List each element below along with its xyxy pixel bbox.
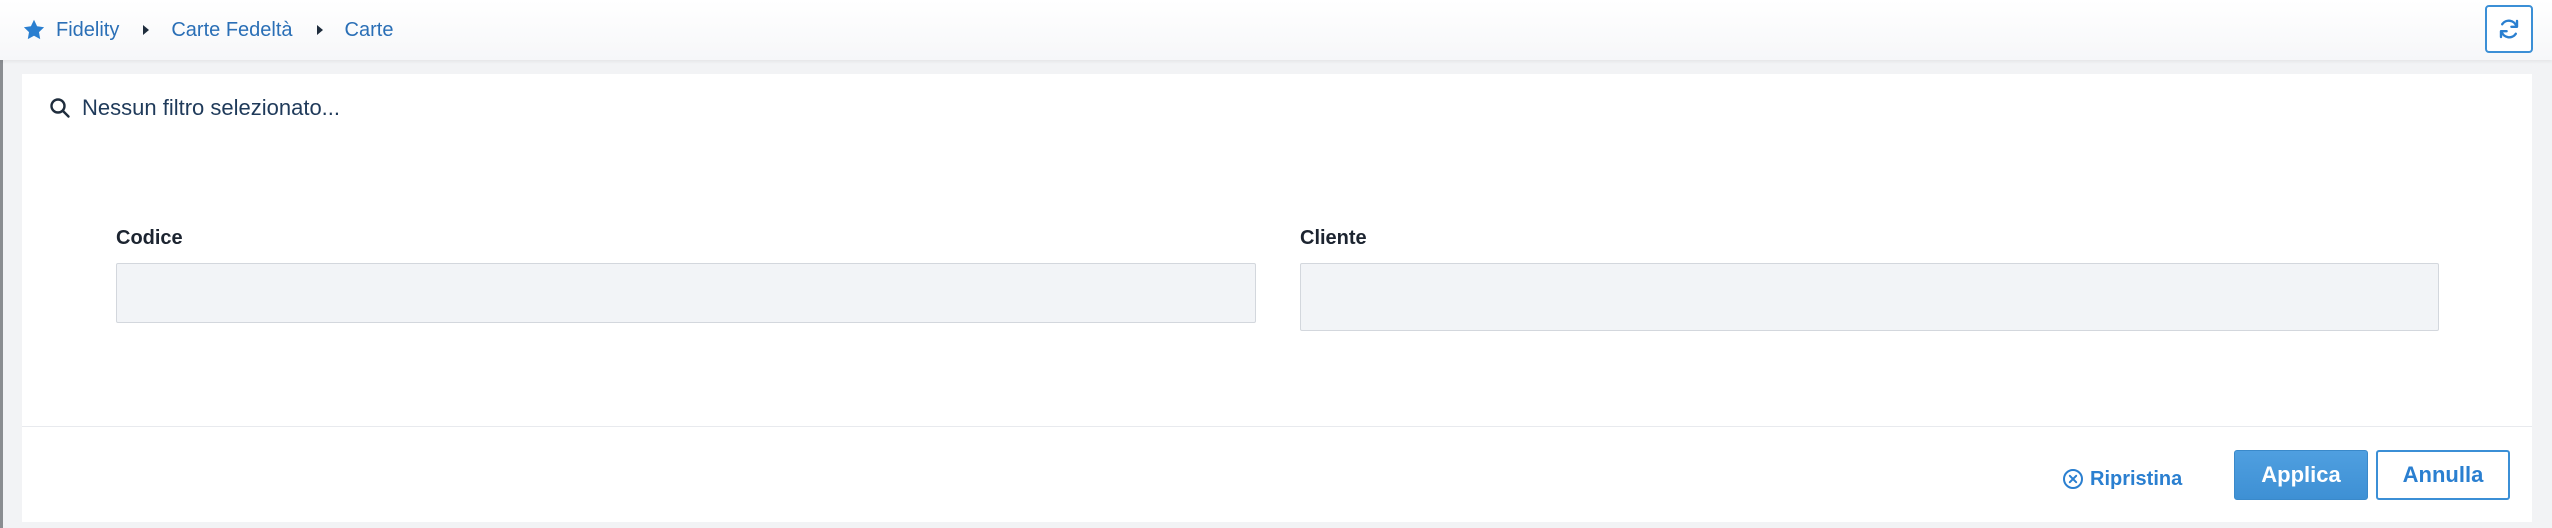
cliente-input[interactable] xyxy=(1300,263,2439,331)
search-icon xyxy=(50,98,70,118)
filter-panel: Nessun filtro selezionato... Codice Clie… xyxy=(22,74,2532,522)
codice-input[interactable] xyxy=(116,263,1256,323)
apply-button[interactable]: Applica xyxy=(2234,450,2368,500)
refresh-button[interactable] xyxy=(2485,5,2533,53)
breadcrumb: Fidelity Carte Fedeltà Carte xyxy=(22,14,393,46)
window-left-edge xyxy=(0,0,3,528)
footer-divider xyxy=(22,426,2532,427)
reset-button[interactable]: Ripristina xyxy=(2062,456,2182,502)
cancel-button[interactable]: Annulla xyxy=(2376,450,2510,500)
breadcrumb-separator-icon xyxy=(316,25,323,35)
refresh-icon xyxy=(2499,19,2519,39)
star-icon[interactable] xyxy=(22,18,46,42)
top-bar: Fidelity Carte Fedeltà Carte xyxy=(0,0,2552,60)
breadcrumb-item-carte[interactable]: Carte xyxy=(345,19,394,42)
cliente-label: Cliente xyxy=(1300,227,1367,249)
filter-summary-text: Nessun filtro selezionato... xyxy=(82,95,341,120)
circle-x-icon xyxy=(2063,469,2083,489)
filter-summary[interactable]: Nessun filtro selezionato... xyxy=(48,92,340,124)
reset-button-label: Ripristina xyxy=(2090,467,2183,490)
breadcrumb-item-carte-fedelta[interactable]: Carte Fedeltà xyxy=(171,19,292,42)
breadcrumb-item-fidelity[interactable]: Fidelity xyxy=(56,19,119,42)
breadcrumb-separator-icon xyxy=(143,25,150,35)
codice-label: Codice xyxy=(116,227,183,249)
